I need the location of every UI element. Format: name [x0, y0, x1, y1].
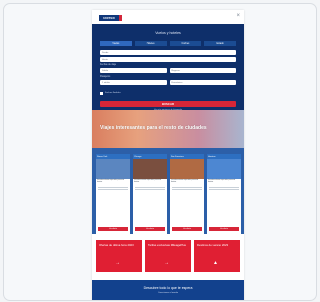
- card-image: [133, 159, 167, 179]
- dates-row: Salida Regreso: [100, 68, 236, 73]
- card-text: Descubre ofertas especiales para este de…: [171, 180, 199, 184]
- travelers-select[interactable]: 1 adulto: [100, 80, 167, 85]
- divider: [209, 189, 239, 191]
- deal-card[interactable]: San Francisco Descubre ofertas especiale…: [170, 154, 204, 234]
- card-button[interactable]: Ver oferta: [209, 227, 239, 231]
- promo-tile[interactable]: Tarifas exclusivas MileagePlus →: [145, 240, 191, 272]
- logo-accent: [119, 15, 122, 21]
- class-select[interactable]: Económica: [169, 80, 236, 85]
- tab-hotels[interactable]: Hoteles: [134, 41, 167, 46]
- card-button[interactable]: Ver oferta: [135, 227, 165, 231]
- arrow-icon: →: [164, 260, 169, 266]
- flexible-checkbox[interactable]: [100, 92, 103, 95]
- return-input[interactable]: Regreso: [169, 68, 236, 73]
- booking-panel: Vuelos y hoteles Vuelos Hoteles Coches E…: [92, 24, 244, 111]
- plane-icon: ▲: [213, 260, 218, 266]
- depart-input[interactable]: Salida: [100, 68, 167, 73]
- travelers-row: 1 adulto Económica: [100, 80, 236, 85]
- search-button[interactable]: BUSCAR: [100, 101, 236, 107]
- arrow-icon: →: [115, 260, 120, 266]
- card-button[interactable]: Ver oferta: [172, 227, 202, 231]
- promo-banner[interactable]: Viajes interesantes para el resto de ciu…: [92, 110, 244, 148]
- card-text: Descubre ofertas especiales para este de…: [97, 180, 125, 184]
- footer-banner: Descubre todo lo que te espera Conectamo…: [92, 280, 244, 300]
- page-thumbnail: UNITED × Vuelos y hoteles Vuelos Hoteles…: [92, 10, 244, 300]
- flexible-label: Fechas flexibles: [105, 91, 121, 94]
- dates-label: Fechas de viaje: [100, 64, 117, 66]
- footer-title: Descubre todo lo que te espera: [143, 286, 193, 290]
- card-image: [207, 159, 241, 179]
- promo-title: Destinos de verano 2023: [197, 243, 229, 247]
- card-image: [96, 159, 130, 179]
- banner-headline: Viajes interesantes para el resto de ciu…: [100, 125, 207, 131]
- divider: [172, 189, 202, 191]
- travelers-label: Pasajeros: [100, 76, 111, 78]
- to-input[interactable]: Hasta: [100, 57, 236, 62]
- divider: [209, 186, 239, 188]
- booking-tabs: Vuelos Hoteles Coches Estado: [100, 41, 236, 46]
- tab-status[interactable]: Estado: [204, 41, 236, 46]
- divider: [172, 186, 202, 188]
- divider: [98, 186, 128, 188]
- deal-card[interactable]: Houston Descubre ofertas especiales para…: [207, 154, 241, 234]
- promo-title: Ofertas de última hora 2023: [99, 243, 134, 247]
- card-image: [170, 159, 204, 179]
- promo-row: Ofertas de última hora 2023 → Tarifas ex…: [96, 240, 242, 272]
- deal-card[interactable]: Nueva York Descubre ofertas especiales p…: [96, 154, 130, 234]
- divider: [135, 186, 165, 188]
- promo-title: Tarifas exclusivas MileagePlus: [148, 243, 186, 247]
- close-icon[interactable]: ×: [236, 13, 240, 19]
- tab-flights[interactable]: Vuelos: [100, 41, 132, 46]
- deal-cards: Nueva York Descubre ofertas especiales p…: [96, 154, 242, 234]
- booking-title: Vuelos y hoteles: [155, 31, 181, 35]
- divider: [98, 189, 128, 191]
- card-text: Descubre ofertas especiales para este de…: [208, 180, 236, 184]
- promo-tile[interactable]: Destinos de verano 2023 ▲: [194, 240, 240, 272]
- route-row-2: Hasta: [100, 57, 236, 62]
- footer-subtitle: Conectamos el mundo: [157, 292, 178, 294]
- preview-frame: UNITED × Vuelos y hoteles Vuelos Hoteles…: [3, 3, 317, 301]
- divider: [135, 189, 165, 191]
- promo-tile[interactable]: Ofertas de última hora 2023 →: [96, 240, 142, 272]
- card-text: Descubre ofertas especiales para este de…: [134, 180, 162, 184]
- top-bar: UNITED ×: [92, 10, 244, 24]
- from-input[interactable]: Desde: [100, 50, 236, 55]
- logo-text: UNITED: [103, 16, 115, 20]
- card-button[interactable]: Ver oferta: [98, 227, 128, 231]
- brand-logo[interactable]: UNITED: [99, 15, 119, 21]
- deal-card[interactable]: Chicago Descubre ofertas especiales para…: [133, 154, 167, 234]
- tab-cars[interactable]: Coches: [169, 41, 202, 46]
- route-row: Desde: [100, 50, 236, 55]
